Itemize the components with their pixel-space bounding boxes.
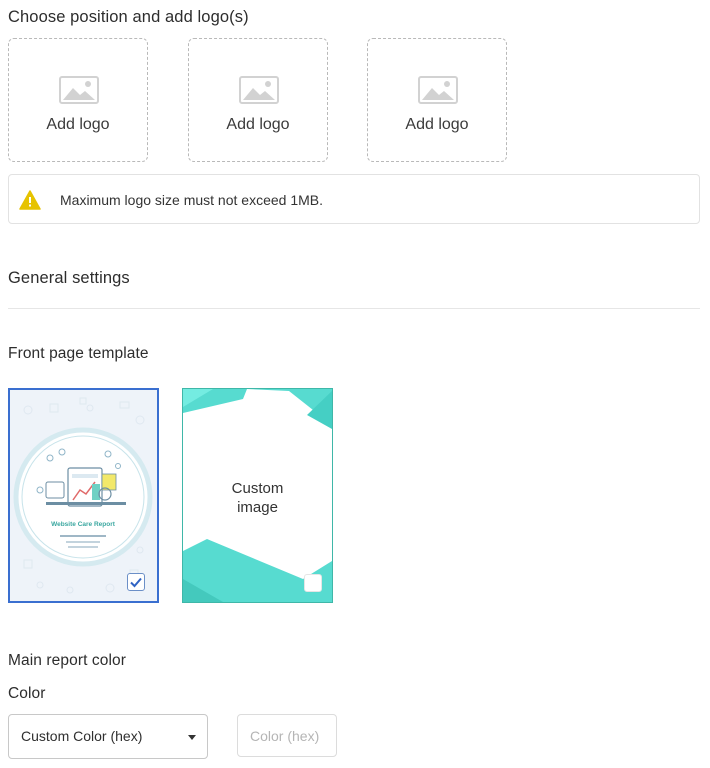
- logos-heading: Choose position and add logo(s): [8, 8, 249, 26]
- color-type-select[interactable]: Custom Color (hex): [8, 714, 208, 759]
- image-placeholder-icon: [59, 76, 99, 104]
- image-placeholder-icon: [418, 76, 458, 104]
- logo-size-notice: Maximum logo size must not exceed 1MB.: [8, 174, 700, 224]
- template-checkbox-unchecked[interactable]: [304, 574, 322, 592]
- caret-down-icon: [188, 735, 196, 740]
- front-page-template-heading: Front page template: [8, 345, 149, 362]
- template-website-care-report[interactable]: Website Care Report: [8, 388, 159, 603]
- template-title: Website Care Report: [51, 521, 116, 528]
- color-label: Color: [8, 685, 46, 702]
- template-custom-image[interactable]: Custom image: [182, 388, 333, 603]
- warning-icon: [19, 190, 41, 210]
- color-type-selected: Custom Color (hex): [21, 728, 143, 744]
- divider: [8, 308, 700, 309]
- logo-slot-1[interactable]: Add logo: [8, 38, 148, 162]
- logo-slot-2[interactable]: Add logo: [188, 38, 328, 162]
- color-hex-input[interactable]: [237, 714, 337, 757]
- main-report-color-heading: Main report color: [8, 652, 126, 669]
- logo-slot-label: Add logo: [226, 116, 290, 133]
- logo-slot-label: Add logo: [46, 116, 110, 133]
- notice-text: Maximum logo size must not exceed 1MB.: [60, 192, 323, 208]
- custom-image-label: Custom image: [231, 480, 284, 516]
- checkmark-icon: [130, 577, 142, 588]
- logo-slot-label: Add logo: [405, 116, 469, 133]
- logo-slot-3[interactable]: Add logo: [367, 38, 507, 162]
- general-settings-heading: General settings: [8, 269, 130, 287]
- template-checkbox-checked[interactable]: [127, 573, 145, 591]
- image-placeholder-icon: [239, 76, 279, 104]
- template-preview-illustration: Website Care Report: [13, 397, 153, 594]
